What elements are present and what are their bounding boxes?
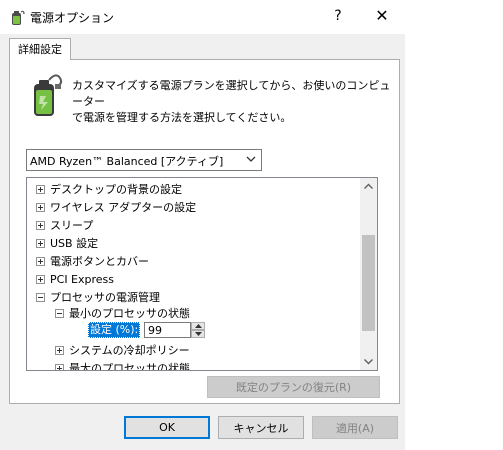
expand-plus-icon[interactable] [36, 221, 45, 230]
settings-tree: デスクトップの背景の設定 ワイヤレス アダプターの設定 スリープ USB 設定 [26, 177, 378, 371]
expand-plus-icon[interactable] [36, 185, 45, 194]
vertical-scrollbar[interactable] [360, 178, 377, 370]
chevron-down-icon [246, 156, 256, 162]
restore-plan-defaults-button[interactable]: 既定のプランの復元(R) [207, 376, 380, 398]
power-plan-select[interactable]: AMD Ryzen™ Balanced [アクティブ] [26, 149, 262, 171]
apply-button[interactable]: 適用(A) [312, 416, 398, 439]
power-plan-selected-value: AMD Ryzen™ Balanced [アクティブ] [30, 155, 224, 168]
setting-percent-input[interactable]: 99 [144, 322, 191, 338]
battery-plug-icon [34, 74, 63, 116]
spin-down-button[interactable] [191, 330, 205, 338]
title-bar: 電源オプション ? ✕ [0, 0, 405, 34]
advanced-settings-panel: カスタマイズする電源プランを選択してから、お使いのコンピューター で電源を管理す… [9, 59, 400, 404]
triangle-up-icon [195, 324, 202, 328]
scrollbar-thumb[interactable] [362, 235, 375, 331]
expand-plus-icon[interactable] [36, 203, 45, 212]
expand-plus-icon[interactable] [36, 239, 45, 248]
collapse-minus-icon[interactable] [36, 293, 45, 302]
close-button[interactable]: ✕ [370, 6, 394, 26]
plan-description: カスタマイズする電源プランを選択してから、お使いのコンピューター で電源を管理す… [72, 79, 391, 124]
help-button[interactable]: ? [326, 6, 350, 26]
collapse-minus-icon[interactable] [55, 309, 64, 318]
expand-plus-icon[interactable] [55, 364, 64, 370]
chevron-down-icon [364, 359, 373, 365]
window-title: 電源オプション [30, 11, 115, 25]
cancel-button[interactable]: キャンセル [218, 416, 304, 439]
power-options-app-icon [12, 10, 25, 25]
ok-button[interactable]: OK [124, 416, 210, 439]
settings-tree-content: デスクトップの背景の設定 ワイヤレス アダプターの設定 スリープ USB 設定 [27, 178, 360, 370]
setting-percent-label[interactable]: 設定 (%): [88, 322, 141, 338]
power-options-dialog: 電源オプション ? ✕ 詳細設定 カスタマイズする電源プランを選択してから、お使… [0, 0, 405, 450]
tab-advanced-settings[interactable]: 詳細設定 [9, 38, 71, 60]
expand-plus-icon[interactable] [36, 275, 45, 284]
scroll-up-button[interactable] [360, 178, 377, 195]
triangle-down-icon [195, 332, 202, 336]
scroll-down-button[interactable] [360, 353, 377, 370]
spin-up-button[interactable] [191, 322, 205, 330]
expand-plus-icon[interactable] [36, 257, 45, 266]
chevron-up-icon [364, 183, 373, 189]
expand-plus-icon[interactable] [55, 346, 64, 355]
